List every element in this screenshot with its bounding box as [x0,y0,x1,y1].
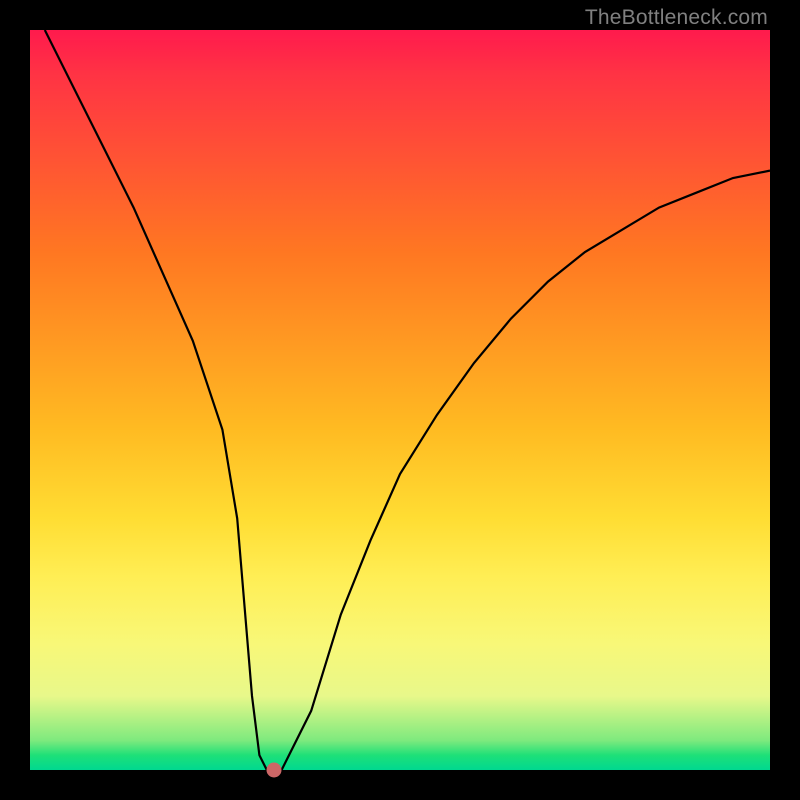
watermark-text: TheBottleneck.com [585,6,768,30]
plot-area [30,30,770,770]
bottleneck-curve [30,30,770,770]
optimal-point-marker [267,763,282,778]
